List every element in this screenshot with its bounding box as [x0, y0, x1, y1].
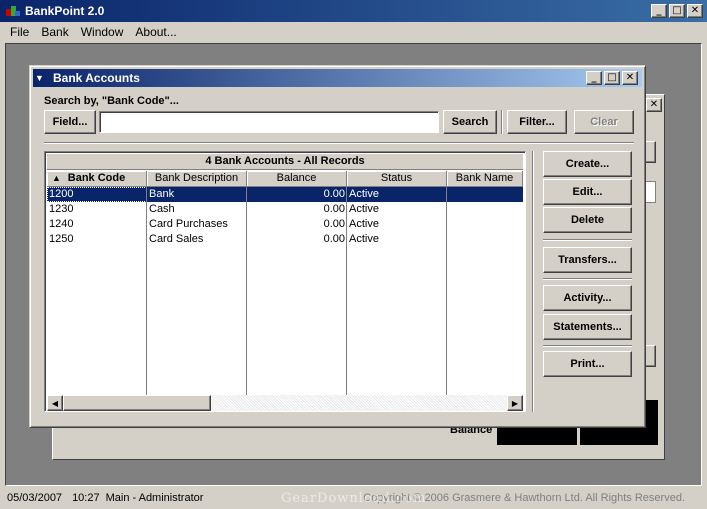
cell-bank-name	[447, 202, 523, 217]
bankpoint-logo-icon	[5, 3, 21, 19]
cell-bank-name	[447, 232, 523, 247]
search-by-label: Search by, "Bank Code"...	[44, 95, 179, 107]
divider	[44, 142, 634, 144]
table-row[interactable]: 1230 Cash 0.00 Active	[47, 202, 523, 217]
cell-balance: 0.00	[323, 188, 345, 200]
close-icon[interactable]: ✕	[646, 98, 662, 112]
column-header-bank-name[interactable]: Bank Name	[447, 171, 523, 187]
app-title: BankPoint 2.0	[25, 4, 105, 18]
watermark: GearDownload.com	[281, 491, 427, 506]
menu-bank[interactable]: Bank	[35, 25, 74, 39]
bank-accounts-window: ▼ Bank Accounts _ □ ✕ Search by, "Bank C…	[29, 65, 646, 428]
grid-body: 1200 Bank 0.00 Active 1230 Cash 0.00 Act…	[47, 187, 523, 395]
cell-status: Active	[349, 218, 379, 230]
scroll-left-icon[interactable]: ◀	[47, 395, 63, 411]
minimize-icon[interactable]: _	[651, 4, 667, 18]
field-button[interactable]: Field...	[44, 110, 96, 134]
bank-accounts-grid[interactable]: 4 Bank Accounts - All Records ▲ Bank Cod…	[44, 151, 526, 412]
cell-status: Active	[349, 203, 379, 215]
close-icon[interactable]: ✕	[622, 71, 638, 85]
cell-description: Card Purchases	[149, 218, 228, 230]
bank-accounts-titlebar: ▼ Bank Accounts _ □ ✕	[33, 69, 642, 87]
grid-caption: 4 Bank Accounts - All Records	[47, 154, 523, 170]
cell-balance: 0.00	[323, 233, 345, 245]
activity-button[interactable]: Activity...	[543, 285, 632, 311]
search-input[interactable]	[99, 111, 439, 133]
print-button[interactable]: Print...	[543, 351, 632, 377]
cell-bank-code: 1250	[49, 233, 74, 245]
divider	[543, 239, 632, 241]
column-header-balance[interactable]: Balance	[247, 171, 347, 187]
cell-status: Active	[349, 233, 379, 245]
divider	[543, 278, 632, 280]
edit-button[interactable]: Edit...	[543, 179, 632, 205]
menu-about[interactable]: About...	[129, 25, 182, 39]
grid-header: ▲ Bank Code Bank Description Balance Sta…	[47, 171, 523, 187]
window-title: Bank Accounts	[53, 71, 140, 85]
cell-balance: 0.00	[323, 203, 345, 215]
cell-description: Cash	[149, 203, 175, 215]
column-header-status[interactable]: Status	[347, 171, 447, 187]
statements-button[interactable]: Statements...	[543, 314, 632, 340]
window-menu-icon[interactable]: ▼	[35, 73, 49, 83]
divider	[501, 110, 503, 134]
scroll-track[interactable]	[211, 395, 507, 411]
cell-status: Active	[349, 188, 379, 200]
status-time: 10:27	[72, 491, 100, 504]
maximize-icon[interactable]: □	[669, 4, 685, 18]
divider	[532, 151, 534, 412]
cell-bank-code: 1240	[49, 218, 74, 230]
clear-button[interactable]: Clear	[574, 110, 634, 134]
cell-bank-name	[447, 187, 523, 202]
table-row[interactable]: 1240 Card Purchases 0.00 Active	[47, 217, 523, 232]
cell-balance: 0.00	[323, 218, 345, 230]
column-header-bank-code[interactable]: ▲ Bank Code	[47, 171, 147, 187]
cell-description: Card Sales	[149, 233, 204, 245]
column-header-bank-description[interactable]: Bank Description	[147, 171, 247, 187]
cell-description: Bank	[149, 188, 175, 200]
cell-bank-name	[447, 217, 523, 232]
table-row[interactable]: 1250 Card Sales 0.00 Active	[47, 232, 523, 247]
horizontal-scrollbar[interactable]: ◀ ▶	[47, 395, 523, 411]
create-button[interactable]: Create...	[543, 151, 632, 177]
sort-ascending-icon: ▲	[52, 173, 61, 183]
menu-window[interactable]: Window	[75, 25, 130, 39]
menu-file[interactable]: File	[4, 25, 35, 39]
delete-button[interactable]: Delete	[543, 207, 632, 233]
cell-bank-code: 1230	[49, 203, 74, 215]
maximize-icon[interactable]: □	[604, 71, 620, 85]
close-icon[interactable]: ✕	[687, 4, 703, 18]
status-date: 05/03/2007	[7, 491, 63, 504]
divider	[543, 345, 632, 347]
filter-button[interactable]: Filter...	[507, 110, 567, 134]
minimize-icon[interactable]: _	[586, 71, 602, 85]
search-button[interactable]: Search	[443, 110, 497, 134]
scroll-right-icon[interactable]: ▶	[507, 395, 523, 411]
transfers-button[interactable]: Transfers...	[543, 247, 632, 273]
menu-bar: File Bank Window About...	[0, 22, 707, 42]
cell-bank-code: 1200	[47, 187, 147, 202]
table-row[interactable]: 1200 Bank 0.00 Active	[47, 187, 523, 202]
scroll-thumb[interactable]	[63, 395, 211, 411]
app-titlebar: BankPoint 2.0 _ □ ✕	[0, 0, 707, 22]
